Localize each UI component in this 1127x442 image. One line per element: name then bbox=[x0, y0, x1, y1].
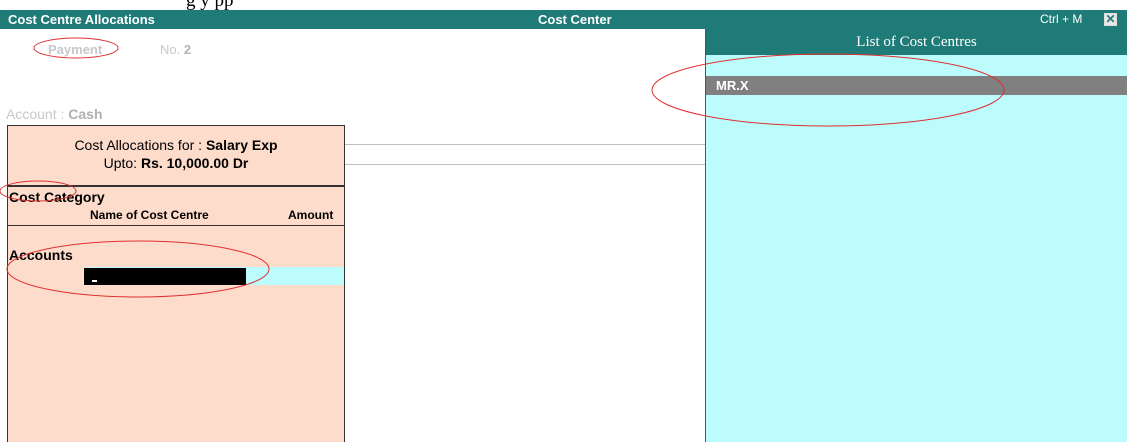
list-item-mr-x[interactable]: MR.X bbox=[706, 76, 1127, 95]
voucher-number-label: No. bbox=[160, 42, 181, 57]
allocation-upto-value: Rs. 10,000.00 Dr bbox=[140, 155, 249, 171]
allocation-for-label: Cost Allocations for : bbox=[74, 137, 203, 153]
window-title: Cost Centre Allocations bbox=[8, 12, 155, 27]
cost-centre-input[interactable] bbox=[84, 268, 246, 285]
divider bbox=[345, 144, 705, 145]
account-value: Cash bbox=[68, 106, 103, 122]
allocation-header: Cost Allocations for : Salary Exp Upto: … bbox=[8, 126, 344, 187]
account-label: Account : bbox=[6, 106, 65, 122]
shortcut-hint: Ctrl + M bbox=[1040, 12, 1083, 26]
cost-category-label: Cost Category bbox=[9, 189, 105, 205]
column-header-cost-centre: Name of Cost Centre bbox=[90, 208, 209, 222]
text-cursor bbox=[92, 280, 97, 282]
account-line: Account : Cash bbox=[6, 106, 103, 122]
voucher-number-value: 2 bbox=[183, 42, 192, 57]
allocation-upto-label: Upto: bbox=[103, 155, 138, 171]
allocation-for-value: Salary Exp bbox=[205, 137, 278, 153]
screen-title: Cost Center bbox=[538, 12, 612, 27]
cost-centre-list-panel: List of Cost Centres MR.X bbox=[705, 29, 1127, 442]
divider bbox=[345, 164, 705, 165]
close-icon[interactable]: ✕ bbox=[1104, 13, 1117, 26]
list-title: List of Cost Centres bbox=[706, 29, 1127, 55]
cost-category-value: Accounts bbox=[9, 247, 73, 263]
voucher-type: Payment bbox=[48, 42, 103, 57]
title-bar: Cost Centre Allocations Cost Center Ctrl… bbox=[0, 10, 1127, 29]
allocation-for: Cost Allocations for : Salary Exp bbox=[8, 137, 344, 153]
column-header-amount: Amount bbox=[288, 208, 334, 222]
cost-allocation-panel: Cost Allocations for : Salary Exp Upto: … bbox=[7, 125, 345, 442]
allocation-upto: Upto: Rs. 10,000.00 Dr bbox=[8, 155, 344, 171]
voucher-number: No. 2 bbox=[160, 42, 191, 57]
column-divider bbox=[8, 225, 344, 226]
